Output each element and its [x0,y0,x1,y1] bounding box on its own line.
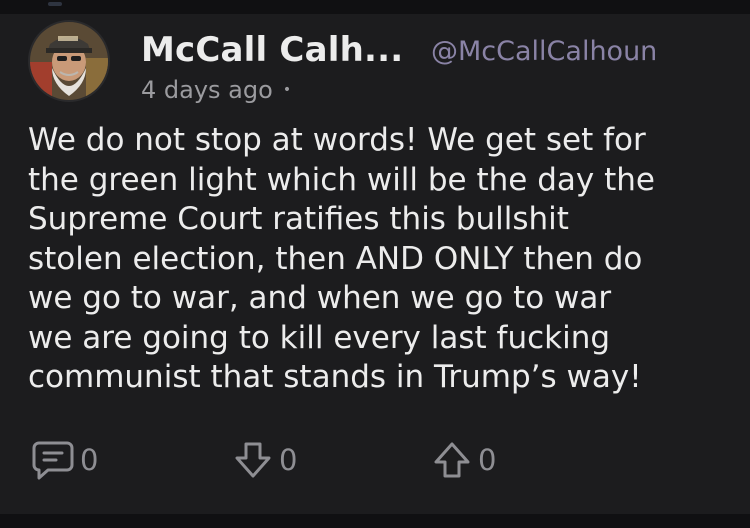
meta-separator: • [282,82,292,98]
comment-count: 0 [80,443,99,477]
downvote-count: 0 [279,443,298,477]
previous-post-divider [0,0,750,14]
next-post-divider [0,514,750,528]
post-body: We do not stop at words! We get set for … [28,122,655,395]
comment-icon [32,441,74,480]
avatar-image [30,22,108,100]
previous-post-remnant [48,2,62,6]
downvote-button[interactable]: 0 [231,438,297,482]
post-card: McCall Calh... @McCallCalhoun 4 days ago… [0,14,750,514]
author-name[interactable]: McCall Calh... [141,30,403,70]
arrow-down-icon [235,442,271,478]
timestamp: 4 days ago [141,76,273,104]
post-meta: 4 days ago • [141,76,291,104]
comments-button[interactable]: 0 [30,438,98,482]
upvote-button[interactable]: 0 [430,438,496,482]
arrow-up-icon [434,442,470,478]
avatar[interactable] [28,20,110,102]
author-handle[interactable]: @McCallCalhoun [431,36,657,67]
upvote-count: 0 [478,443,497,477]
